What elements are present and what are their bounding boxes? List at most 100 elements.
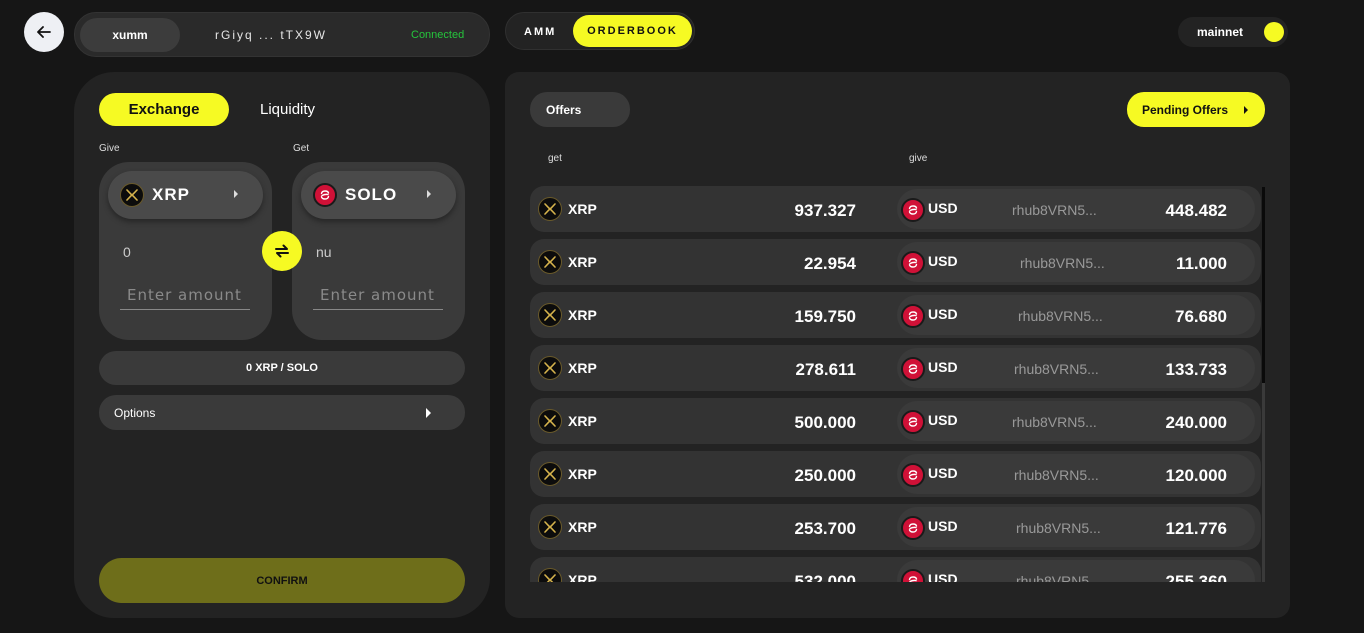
- get-amount: 532.000: [794, 572, 856, 582]
- get-card: SOLO nu: [292, 162, 465, 340]
- connection-status: Connected: [411, 29, 465, 41]
- offers-list: XRP 937.327 USD rhub8VRN5... 448.482 XRP…: [530, 186, 1266, 582]
- give-currency: USD: [928, 359, 958, 375]
- swap-panel: Exchange Liquidity Give Get XRP 0 SOLO n…: [74, 72, 490, 618]
- give-currency: USD: [928, 253, 958, 269]
- usd-issuer-icon: [901, 410, 925, 434]
- tab-exchange[interactable]: Exchange: [99, 93, 229, 126]
- network-toggle[interactable]: mainnet: [1178, 17, 1288, 47]
- give-cell: USD rhub8VRN5... 133.733: [897, 348, 1255, 388]
- get-currency: XRP: [568, 519, 597, 535]
- chevron-right-icon: [1244, 106, 1248, 114]
- wallet-bar: xumm rGiyq ... tTX9W Connected: [74, 12, 490, 57]
- usd-issuer-icon: [901, 251, 925, 275]
- get-label: Get: [293, 143, 310, 154]
- chevron-right-icon: [234, 190, 238, 198]
- give-cell: USD rhub8VRN5... 448.482: [897, 189, 1255, 229]
- chevron-right-icon: [426, 408, 431, 418]
- usd-issuer-icon: [901, 304, 925, 328]
- issuer-address: rhub8VRN5...: [1014, 361, 1099, 377]
- scrollbar-thumb[interactable]: [1262, 187, 1265, 383]
- give-cell: USD rhub8VRN5... 121.776: [897, 507, 1255, 547]
- swap-direction-button[interactable]: [262, 231, 302, 271]
- get-token-name: SOLO: [345, 185, 398, 204]
- offer-row[interactable]: XRP 500.000 USD rhub8VRN5... 240.000: [530, 398, 1261, 444]
- give-card: XRP 0: [99, 162, 272, 340]
- back-button[interactable]: [24, 12, 64, 52]
- offer-row[interactable]: XRP 22.954 USD rhub8VRN5... 11.000: [530, 239, 1261, 285]
- give-amount: 240.000: [1165, 413, 1227, 432]
- give-amount: 121.776: [1165, 519, 1227, 538]
- wallet-name-button[interactable]: xumm: [80, 18, 180, 52]
- get-amount: 278.611: [795, 360, 856, 379]
- tab-orderbook[interactable]: ORDERBOOK: [573, 15, 692, 47]
- column-header-give: give: [909, 153, 928, 164]
- network-switch-knob[interactable]: [1264, 22, 1284, 42]
- tab-amm[interactable]: AMM: [524, 26, 556, 38]
- give-amount: 255.360: [1165, 572, 1227, 582]
- get-currency: XRP: [568, 201, 597, 217]
- give-token-selector[interactable]: XRP: [108, 171, 263, 219]
- usd-issuer-icon: [901, 463, 925, 487]
- solo-token-icon: [313, 183, 337, 207]
- get-amount-input[interactable]: [313, 280, 443, 310]
- confirm-button[interactable]: CONFIRM: [99, 558, 465, 603]
- get-currency: XRP: [568, 360, 597, 376]
- get-value: nu: [316, 244, 332, 260]
- give-currency: USD: [928, 412, 958, 428]
- get-amount: 250.000: [794, 466, 856, 485]
- issuer-address: rhub8VRN5...: [1018, 308, 1103, 324]
- network-label: mainnet: [1197, 25, 1244, 39]
- give-label: Give: [99, 143, 120, 154]
- issuer-address: rhub8VRN5...: [1016, 520, 1101, 536]
- mode-switcher: AMM ORDERBOOK: [505, 12, 695, 50]
- issuer-address: rhub8VRN5...: [1012, 202, 1097, 218]
- get-amount: 500.000: [794, 413, 856, 432]
- chevron-right-icon: [427, 190, 431, 198]
- issuer-address: rhub8VRN5...: [1020, 255, 1105, 271]
- give-cell: USD rhub8VRN5... 76.680: [897, 295, 1255, 335]
- give-amount: 133.733: [1165, 360, 1227, 379]
- get-amount: 22.954: [804, 254, 856, 273]
- xrp-token-icon: [538, 356, 562, 380]
- offer-row[interactable]: XRP 253.700 USD rhub8VRN5... 121.776: [530, 504, 1261, 550]
- give-cell: USD rhub8VRN5... 120.000: [897, 454, 1255, 494]
- get-amount: 159.750: [794, 307, 856, 326]
- wallet-address: rGiyq ... tTX9W: [215, 28, 328, 42]
- issuer-address: rhub8VRN5...: [1016, 573, 1101, 582]
- swap-arrows-icon: [275, 244, 289, 258]
- pending-offers-button[interactable]: Pending Offers: [1127, 92, 1265, 127]
- give-currency: USD: [928, 306, 958, 322]
- offer-row[interactable]: XRP 937.327 USD rhub8VRN5... 448.482: [530, 186, 1261, 232]
- xrp-token-icon: [538, 197, 562, 221]
- offer-row[interactable]: XRP 532.000 USD rhub8VRN5... 255.360: [530, 557, 1261, 582]
- give-currency: USD: [928, 200, 958, 216]
- give-cell: USD rhub8VRN5... 240.000: [897, 401, 1255, 441]
- give-currency: USD: [928, 518, 958, 534]
- exchange-rate: 0 XRP / SOLO: [99, 351, 465, 385]
- give-currency: USD: [928, 571, 958, 582]
- get-currency: XRP: [568, 307, 597, 323]
- get-currency: XRP: [568, 254, 597, 270]
- xrp-token-icon: [538, 409, 562, 433]
- offer-row[interactable]: XRP 278.611 USD rhub8VRN5... 133.733: [530, 345, 1261, 391]
- orderbook-panel: Offers Pending Offers get give XRP 937.3…: [505, 72, 1290, 618]
- xrp-token-icon: [538, 250, 562, 274]
- tab-offers[interactable]: Offers: [530, 92, 630, 127]
- get-token-selector[interactable]: SOLO: [301, 171, 456, 219]
- tab-liquidity[interactable]: Liquidity: [260, 101, 315, 118]
- xrp-token-icon: [538, 303, 562, 327]
- xrp-token-icon: [538, 462, 562, 486]
- usd-issuer-icon: [901, 198, 925, 222]
- give-token-name: XRP: [152, 185, 190, 204]
- give-amount-input[interactable]: [120, 280, 250, 310]
- xrp-token-icon: [538, 568, 562, 582]
- get-amount: 253.700: [794, 519, 856, 538]
- get-amount: 937.327: [794, 201, 856, 220]
- options-toggle[interactable]: Options: [99, 395, 465, 430]
- give-value: 0: [123, 244, 131, 260]
- options-label: Options: [114, 406, 156, 420]
- offer-row[interactable]: XRP 159.750 USD rhub8VRN5... 76.680: [530, 292, 1261, 338]
- offer-row[interactable]: XRP 250.000 USD rhub8VRN5... 120.000: [530, 451, 1261, 497]
- give-amount: 120.000: [1165, 466, 1227, 485]
